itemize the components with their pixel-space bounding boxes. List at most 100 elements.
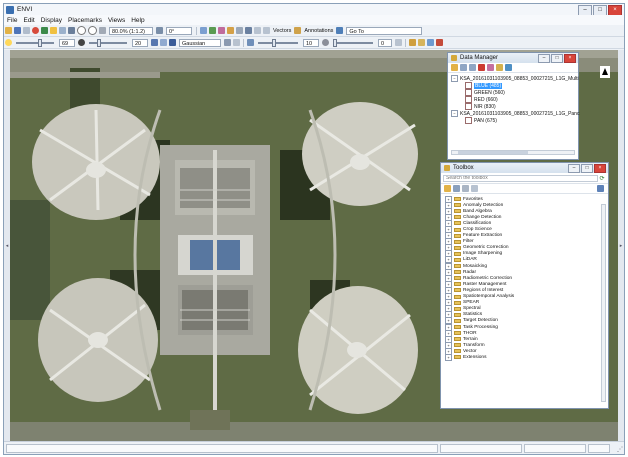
dm-minimize-button[interactable]: –	[538, 54, 550, 63]
dm-close-button[interactable]: ×	[564, 54, 576, 63]
link-icon[interactable]	[487, 64, 494, 71]
transparency-reset-icon[interactable]	[395, 39, 402, 46]
pin-icon[interactable]	[32, 27, 39, 34]
contrast-knob[interactable]	[97, 38, 101, 47]
file-row[interactable]: − KSA_20161031103905_08853_00027215_L1G_…	[451, 75, 579, 82]
band-row[interactable]: GREEN (560)	[451, 89, 578, 96]
select-icon[interactable]	[200, 27, 207, 34]
vectors-menu[interactable]: Vectors	[273, 28, 291, 34]
file-row[interactable]: − KSA_20161031103905_08853_00027215_L1G_…	[451, 110, 579, 117]
print-icon[interactable]	[23, 27, 30, 34]
menu-display[interactable]: Display	[38, 17, 65, 24]
sharpen-slider[interactable]	[258, 38, 298, 47]
sharpen-knob[interactable]	[272, 38, 276, 47]
collapse-all-icon[interactable]	[469, 64, 476, 71]
tb-maximize-button[interactable]: □	[581, 164, 593, 173]
help-icon[interactable]	[597, 185, 604, 192]
tb-close-button[interactable]: ×	[594, 164, 606, 173]
chip-to-file-icon[interactable]	[418, 39, 425, 46]
histogram-icon[interactable]	[151, 39, 158, 46]
refresh-icon[interactable]: ⟳	[598, 175, 606, 182]
pdf-icon[interactable]	[436, 39, 443, 46]
menu-help[interactable]: Help	[128, 17, 147, 24]
brightness-value[interactable]: 69	[59, 38, 75, 47]
crosshair-tool-icon[interactable]	[218, 27, 225, 34]
menu-file[interactable]: File	[4, 17, 20, 24]
annotation-icon[interactable]	[294, 27, 302, 34]
open-file-icon[interactable]	[451, 64, 458, 71]
layer-icon[interactable]	[41, 27, 48, 34]
swipe-icon[interactable]	[245, 27, 252, 34]
toolbox-vscrollbar[interactable]	[601, 204, 606, 402]
sharpen-value[interactable]: 10	[303, 38, 319, 47]
contrast-value[interactable]: 20	[132, 38, 148, 47]
stretch-icon[interactable]	[160, 39, 167, 46]
hand-pan-icon[interactable]	[50, 27, 57, 34]
collapse-toggle-icon[interactable]: −	[451, 75, 458, 82]
transparency-value[interactable]: 0	[378, 38, 392, 47]
transparency-knob[interactable]	[333, 38, 337, 47]
folder-icon[interactable]	[444, 185, 451, 192]
tb-minimize-button[interactable]: –	[568, 164, 580, 173]
rotate-icon[interactable]	[156, 27, 163, 34]
goto-field[interactable]: Go To	[346, 26, 423, 35]
expand-all-icon[interactable]	[460, 64, 467, 71]
pin-panel-icon[interactable]	[496, 64, 503, 71]
brightness-slider[interactable]	[16, 38, 54, 47]
menu-edit[interactable]: Edit	[20, 17, 37, 24]
contrast-slider[interactable]	[89, 38, 127, 47]
cursor-value-icon[interactable]	[209, 27, 216, 34]
scroll-thumb[interactable]	[458, 151, 528, 154]
band-row[interactable]: NIR (830)	[451, 103, 578, 110]
toolbox-search-input[interactable]	[443, 174, 598, 182]
toolbox-item[interactable]: + Extensions	[445, 353, 608, 361]
export-icon[interactable]	[427, 39, 434, 46]
toolbox-title: Toolbox	[453, 165, 474, 171]
expand-toggle-icon[interactable]: +	[445, 353, 452, 361]
zoom-in-icon[interactable]	[77, 26, 86, 35]
data-manager-icon	[451, 55, 457, 61]
zoom-select[interactable]: 80.0% (1:1.2)	[109, 26, 153, 35]
band-icon	[465, 89, 472, 96]
linear-stretch-icon[interactable]	[169, 39, 176, 46]
toolbox-item-label: Geometric Correction	[463, 245, 509, 251]
rotation-select[interactable]: 0°	[166, 26, 192, 35]
menu-placemarks[interactable]: Placemarks	[65, 17, 105, 24]
portal-icon[interactable]	[254, 27, 261, 34]
resize-grip-icon[interactable]: ⋰	[617, 446, 623, 453]
favorite-icon[interactable]	[471, 185, 478, 192]
annotations-menu[interactable]: Annotations	[304, 28, 333, 34]
reset-icon[interactable]	[233, 39, 240, 46]
data-manager-titlebar[interactable]: Data Manager – □ ×	[448, 53, 578, 63]
goto-icon[interactable]	[336, 27, 344, 34]
fixed-zoom-icon[interactable]	[99, 27, 106, 34]
measure-icon[interactable]	[227, 27, 234, 34]
brightness-knob[interactable]	[38, 38, 42, 47]
folder-icon	[454, 233, 461, 238]
arrow-icon[interactable]	[59, 27, 66, 34]
band-row[interactable]: BLUE (485)	[451, 82, 578, 89]
load-icon[interactable]	[505, 64, 512, 71]
sharpen-icon[interactable]	[224, 39, 231, 46]
band-row[interactable]: PAN (675)	[451, 117, 578, 124]
right-panel-toggle[interactable]: ▸	[618, 50, 624, 442]
stretch-select[interactable]: Gaussian	[179, 38, 221, 47]
menu-views[interactable]: Views	[105, 17, 128, 24]
vector-icon[interactable]	[263, 27, 270, 34]
zoom-out-icon[interactable]	[88, 26, 97, 35]
crosshair-icon[interactable]	[68, 27, 75, 34]
add-icon[interactable]	[453, 185, 460, 192]
open-folder-icon[interactable]	[5, 27, 12, 34]
flicker-icon[interactable]	[236, 27, 243, 34]
toolbox-item-label: Regions of Interest	[463, 287, 504, 293]
transparency-slider[interactable]	[333, 38, 373, 47]
toolbox-titlebar[interactable]: Toolbox – □ ×	[441, 163, 608, 173]
band-row[interactable]: RED (660)	[451, 96, 578, 103]
collapse-toggle-icon[interactable]: −	[451, 110, 458, 117]
dm-maximize-button[interactable]: □	[551, 54, 563, 63]
close-file-icon[interactable]	[478, 64, 485, 71]
save-icon[interactable]	[14, 27, 21, 34]
data-manager-hscrollbar[interactable]	[451, 150, 575, 155]
chip-icon[interactable]	[409, 39, 416, 46]
delete-icon[interactable]	[462, 185, 469, 192]
